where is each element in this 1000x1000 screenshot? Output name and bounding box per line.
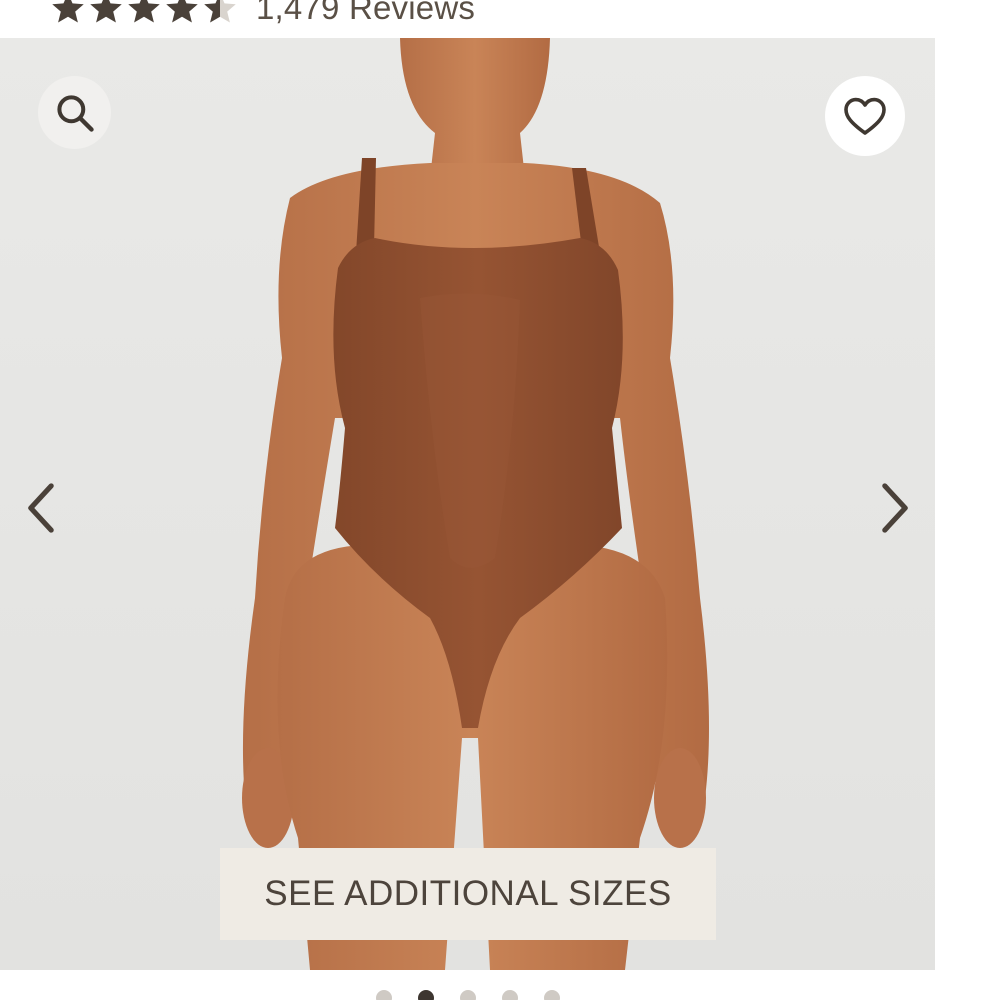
search-button[interactable] [38, 76, 111, 149]
next-image-button[interactable] [870, 478, 920, 538]
star-icon [128, 0, 160, 23]
chevron-left-icon [28, 483, 54, 533]
rating-row: 1,479 Reviews [50, 0, 475, 30]
chevron-right-icon [882, 483, 908, 533]
pagination-dot[interactable] [544, 990, 560, 1000]
pagination-dot-active[interactable] [418, 990, 434, 1000]
pagination-dot[interactable] [502, 990, 518, 1000]
star-rating [50, 0, 238, 26]
half-star-icon [204, 0, 236, 23]
previous-image-button[interactable] [16, 478, 66, 538]
star-icon [166, 0, 198, 23]
heart-icon [844, 97, 886, 135]
product-photo [0, 38, 935, 970]
pagination-dot[interactable] [376, 990, 392, 1000]
star-icon [52, 0, 84, 23]
favorite-button[interactable] [825, 76, 905, 156]
search-icon [56, 94, 94, 132]
reviews-count-link[interactable]: 1,479 Reviews [256, 0, 475, 27]
product-page: 1,479 Reviews SEE ADDITIONAL SIZES [0, 0, 1000, 1000]
product-image-gallery[interactable]: SEE ADDITIONAL SIZES [0, 38, 935, 970]
pagination-dot[interactable] [460, 990, 476, 1000]
gallery-pagination [376, 990, 560, 1000]
see-additional-sizes-button[interactable]: SEE ADDITIONAL SIZES [220, 848, 716, 940]
star-icon [90, 0, 122, 23]
